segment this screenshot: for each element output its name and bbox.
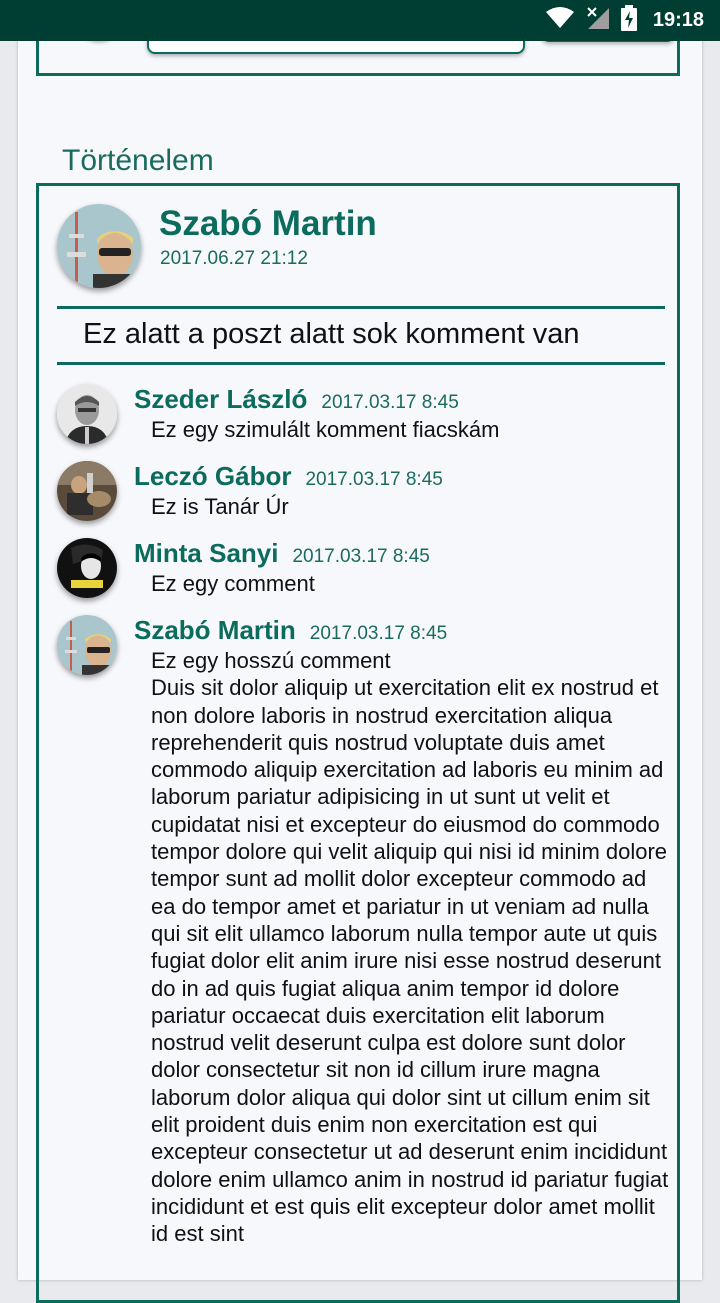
page-content: Történelem Szabó Martin 2017.06.27 21:12…: [18, 0, 702, 1303]
battery-charging-icon: [620, 5, 637, 36]
comment-author[interactable]: Leczó Gábor 2017.03.17 8:45: [134, 461, 443, 492]
comment-author[interactable]: Szabó Martin 2017.03.17 8:45: [134, 615, 447, 646]
comment-date: 2017.03.17 8:45: [321, 392, 459, 413]
signal-off-icon: [585, 5, 611, 36]
comment-date: 2017.03.17 8:45: [309, 623, 448, 644]
status-time: 19:18: [652, 9, 704, 31]
avatar[interactable]: [57, 615, 117, 675]
avatar[interactable]: [57, 204, 141, 288]
comment-date: 2017.03.17 8:45: [305, 469, 443, 490]
section-title: Történelem: [62, 144, 214, 177]
status-bar: 19:18: [0, 0, 720, 41]
post-author[interactable]: Szabó Martin: [159, 204, 377, 244]
divider: [57, 362, 665, 365]
comment-text: Ez is Tanár Úr: [151, 494, 289, 519]
avatar[interactable]: [57, 461, 117, 521]
avatar[interactable]: [57, 384, 117, 444]
comment-date: 2017.03.17 8:45: [292, 546, 430, 567]
post-card: Szabó Martin 2017.06.27 21:12 Ez alatt a…: [36, 183, 680, 1303]
avatar[interactable]: [57, 538, 117, 598]
post-date: 2017.06.27 21:12: [160, 248, 308, 269]
comment-text: Ez egy szimulált komment fiacskám: [151, 417, 500, 442]
wifi-icon: [545, 6, 575, 35]
comment-author-name[interactable]: Szeder László: [134, 384, 307, 414]
comment-author-name[interactable]: Leczó Gábor: [134, 461, 291, 491]
comment-text: Ez egy comment: [151, 571, 315, 596]
divider: [57, 306, 665, 309]
comment-author[interactable]: Szeder László 2017.03.17 8:45: [134, 384, 459, 415]
comment-text: Ez egy hosszú comment Duis sit dolor ali…: [151, 648, 669, 1247]
comment-author-name[interactable]: Szabó Martin: [134, 615, 296, 645]
comment-author[interactable]: Minta Sanyi 2017.03.17 8:45: [134, 538, 430, 569]
comment-author-name[interactable]: Minta Sanyi: [134, 538, 278, 568]
post-text: Ez alatt a poszt alatt sok komment van: [83, 318, 580, 350]
